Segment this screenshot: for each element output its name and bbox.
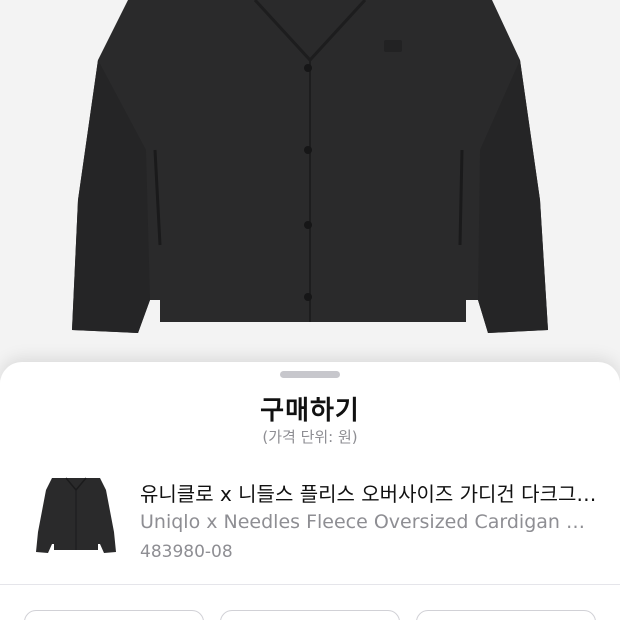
product-english-name: Uniqlo x Needles Fleece Oversized Cardig…	[140, 511, 590, 533]
product-thumbnail	[28, 472, 124, 560]
size-option-button-2[interactable]	[220, 610, 400, 620]
cardigan-thumbnail-icon	[36, 477, 116, 553]
cardigan-button-2	[304, 146, 312, 154]
size-option-button-1[interactable]	[24, 610, 204, 620]
product-name: 유니클로 x 니들스 플리스 오버사이즈 가디건 다크그레이	[140, 482, 600, 506]
size-option-button-3[interactable]	[416, 610, 596, 620]
purchase-bottom-sheet: 구매하기 (가격 단위: 원) 유니클로 x 니들스 플리스 오버사이즈 가디건…	[0, 362, 620, 620]
product-model-code: 483980-08	[140, 542, 233, 562]
cardigan-illustration	[72, 0, 548, 333]
sheet-title: 구매하기	[260, 396, 360, 426]
price-unit-note: (가격 단위: 원)	[262, 428, 358, 446]
cardigan-button-4	[304, 293, 312, 301]
section-divider	[0, 584, 620, 585]
product-hero-image	[0, 0, 620, 380]
sheet-grabber-handle[interactable]	[280, 371, 340, 378]
product-summary-row: 유니클로 x 니들스 플리스 오버사이즈 가디건 다크그레이 Uniqlo x …	[0, 466, 620, 562]
cardigan-button-1	[304, 64, 312, 72]
cardigan-button-3	[304, 221, 312, 229]
